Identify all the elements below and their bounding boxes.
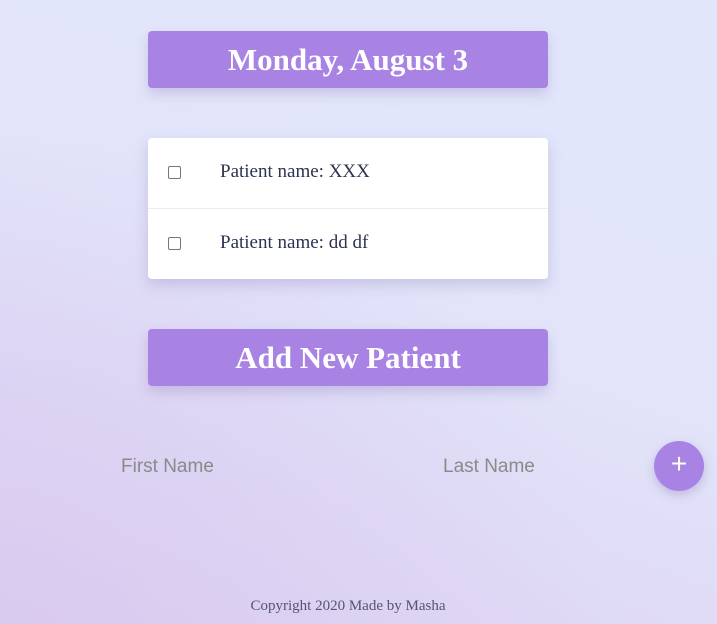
plus-icon: + — [670, 448, 688, 479]
patient-checkbox[interactable] — [168, 237, 181, 250]
patient-checkbox[interactable] — [168, 166, 181, 179]
background-tint — [0, 0, 717, 624]
patient-name-label: Patient name: XXX — [220, 161, 370, 182]
footer-copyright: Copyright 2020 Made by Masha — [250, 598, 446, 614]
patient-list-item: Patient name: dd df — [148, 209, 548, 279]
add-patient-button[interactable]: + — [654, 441, 704, 491]
patient-list-item: Patient name: XXX — [148, 138, 548, 209]
last-name-input[interactable] — [443, 452, 623, 482]
patient-name-label: Patient name: dd df — [220, 232, 369, 253]
add-patient-heading: Add New Patient — [148, 329, 548, 386]
first-name-input[interactable] — [121, 452, 301, 482]
date-heading: Monday, August 3 — [148, 31, 548, 88]
patient-list: Patient name: XXX Patient name: dd df — [148, 138, 548, 279]
